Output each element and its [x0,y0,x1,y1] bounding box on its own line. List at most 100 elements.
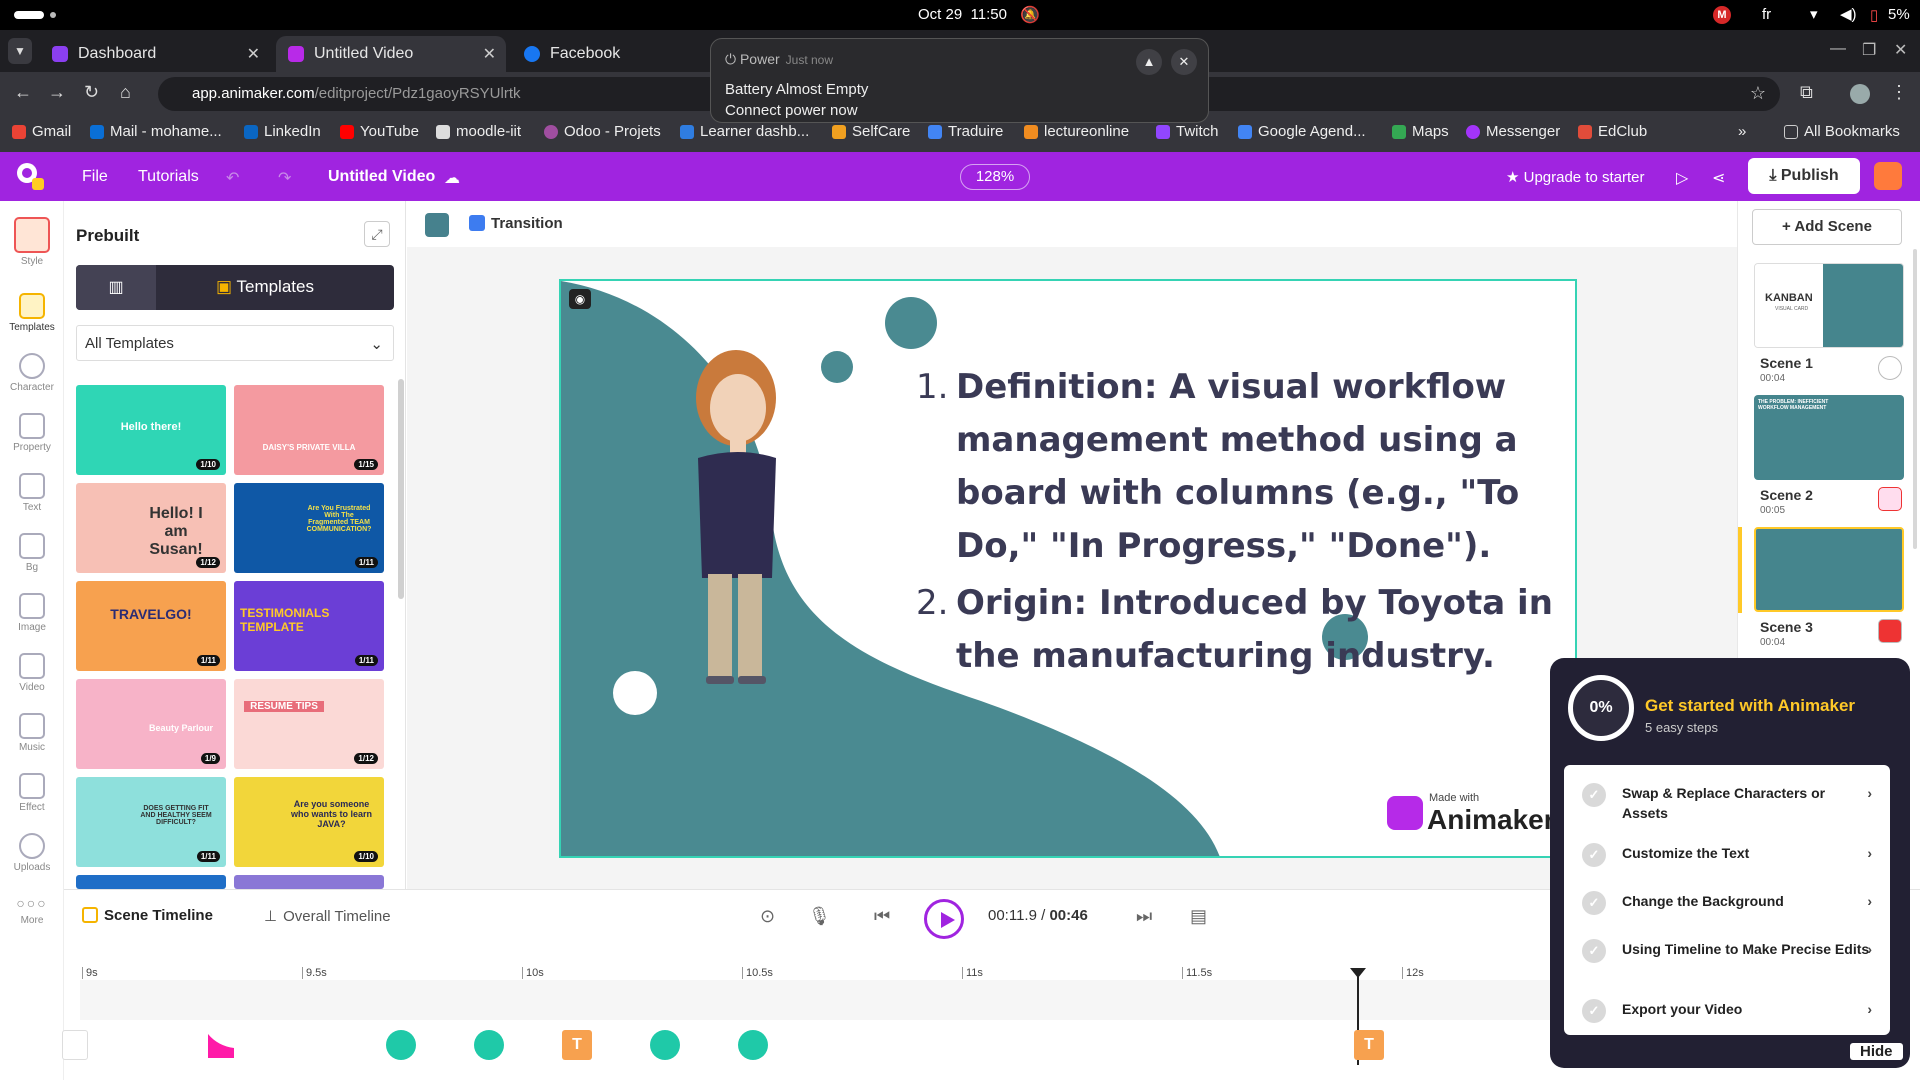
all-bookmarks-button[interactable]: All Bookmarks [1784,123,1900,140]
preview-play-icon[interactable]: ▷ [1676,168,1688,188]
browser-menu-icon[interactable]: ⋮ [1890,82,1908,103]
scene-canvas[interactable]: ◉ 1. Definition: A visual workflow manage… [559,279,1577,858]
battery-icon[interactable]: ▯ [1870,6,1878,24]
expand-panel-icon[interactable]: ⤢ [364,221,390,247]
file-menu[interactable]: File [82,168,108,186]
os-clock[interactable]: Oct 29 11:50 [918,6,1007,23]
minimize-icon[interactable]: — [1830,40,1846,58]
tab-search-button[interactable]: ▼ [8,38,32,64]
rail-templates[interactable]: Templates [0,293,64,333]
scene-thumb-1[interactable]: KANBAN VISUAL CARD [1754,263,1904,348]
microphone-icon[interactable]: 🎙 [808,906,831,927]
play-button[interactable] [924,899,964,939]
redo-icon[interactable]: ↷ [278,168,291,188]
rail-text[interactable]: Text [0,473,64,513]
keyboard-language[interactable]: fr [1762,6,1771,23]
bookmark-maps[interactable]: Maps [1392,123,1449,140]
template-card[interactable]: DOES GETTING FIT AND HEALTHY SEEM DIFFIC… [76,777,226,867]
bookmark-selfcare[interactable]: SelfCare [832,123,910,140]
wifi-icon[interactable]: ▾ [1810,5,1818,23]
add-scene-button[interactable]: + Add Scene [1752,209,1902,245]
close-tab-icon[interactable]: ✕ [247,44,260,64]
undo-icon[interactable]: ↶ [226,168,239,188]
template-card[interactable]: Are You Frustrated With The Fragmented T… [234,483,384,573]
overall-timeline-tab[interactable]: ⊥ Overall Timeline [264,907,391,925]
extensions-icon[interactable]: ⧉ [1800,82,1813,103]
camera-icon[interactable]: ◉ [569,289,591,309]
home-icon[interactable]: ⌂ [120,82,131,103]
template-card[interactable] [76,875,226,889]
rail-effect[interactable]: Effect [0,773,64,813]
scene-thumb-2[interactable]: THE PROBLEM: INEFFICIENT WORKFLOW MANAGE… [1754,395,1904,480]
template-card[interactable]: DAISY'S PRIVATE VILLA 1/15 [234,385,384,475]
workspace-dot[interactable] [50,12,56,18]
bookmark-gmail[interactable]: Gmail [12,123,71,140]
background-color-swatch[interactable] [425,213,449,237]
reload-icon[interactable]: ↻ [84,82,99,103]
back-icon[interactable]: ← [14,82,32,103]
zoom-level[interactable]: 128% [960,164,1030,190]
bookmark-linkedin[interactable]: LinkedIn [244,123,321,140]
dismiss-notification-icon[interactable]: ✕ [1171,49,1197,75]
bookmark-learner[interactable]: Learner dashb... [680,123,809,140]
template-card[interactable]: Hello there! 1/10 [76,385,226,475]
bookmark-moodle[interactable]: moodle-iit [436,123,521,140]
onboarding-step[interactable]: ✓ Swap & Replace Characters or Assets › [1582,783,1872,823]
rail-bg[interactable]: Bg [0,533,64,573]
onboarding-step[interactable]: ✓ Export your Video › [1582,999,1872,1023]
scene-transition-icon[interactable] [1878,356,1902,380]
tutorials-menu[interactable]: Tutorials [138,168,199,186]
close-tab-icon[interactable]: ✕ [483,44,496,64]
bookmark-traduire[interactable]: Traduire [928,123,1003,140]
template-card[interactable]: Are you someone who wants to learn JAVA?… [234,777,384,867]
template-card[interactable]: Beauty Parlour 1/9 [76,679,226,769]
share-icon[interactable]: ⋖ [1712,168,1725,188]
timeline-circle-item[interactable] [738,1030,768,1060]
publish-button[interactable]: ⤓ Publish [1748,158,1860,194]
bookmark-messenger[interactable]: Messenger [1466,123,1560,140]
skip-forward-icon[interactable]: ⏭ [1136,906,1152,927]
bookmark-edclub[interactable]: EdClub [1578,123,1647,140]
timeline-text-item[interactable]: T [1354,1030,1384,1060]
bookmark-google-agenda[interactable]: Google Agend... [1238,123,1366,140]
forward-icon[interactable]: → [48,82,66,103]
scene-character-icon[interactable] [1878,487,1902,511]
restore-icon[interactable]: ❐ [1862,40,1876,60]
workspace-indicator[interactable] [14,11,44,19]
bookmark-star-icon[interactable]: ☆ [1750,83,1766,104]
battery-notification[interactable]: ⏻ Power Just now Battery Almost Empty Con… [710,38,1209,123]
rail-image[interactable]: Image [0,593,64,633]
tab-untitled-video[interactable]: Untitled Video ✕ [276,36,506,72]
recording-indicator-icon[interactable]: M [1713,6,1731,24]
bookmark-odoo[interactable]: Odoo - Projets [544,123,661,140]
transition-button[interactable]: Transition [469,215,563,232]
hide-onboarding-button[interactable]: Hide [1850,1043,1903,1060]
close-window-icon[interactable]: ✕ [1894,40,1907,60]
slide-text-block[interactable]: 1. Definition: A visual workflow manageme… [916,361,1556,683]
scene-list-scrollbar[interactable] [1913,249,1917,549]
onboarding-step[interactable]: ✓ Change the Background › [1582,891,1872,915]
template-card[interactable] [234,875,384,889]
timeline-character-item[interactable] [62,1030,88,1060]
template-card[interactable]: TRAVELGO! 1/11 [76,581,226,671]
scene-thumb-3[interactable] [1754,527,1904,612]
bookmark-lectureonline[interactable]: lectureonline [1024,123,1129,140]
scene-timeline-tab[interactable]: Scene Timeline [82,907,213,924]
rail-uploads[interactable]: Uploads [0,833,64,873]
more-bookmarks-button[interactable]: » [1738,123,1746,140]
template-card[interactable]: TESTIMONIALS TEMPLATE 1/11 [234,581,384,671]
template-card[interactable]: RESUME TIPS 1/12 [234,679,384,769]
upgrade-link[interactable]: ★ Upgrade to starter [1506,168,1645,186]
animaker-logo-icon[interactable] [14,160,48,194]
skip-back-icon[interactable]: ⏮ [874,906,890,927]
template-category-select[interactable]: All Templates ⌄ [76,325,394,361]
template-card[interactable]: Hello! I am Susan! 1/12 [76,483,226,573]
rail-video[interactable]: Video [0,653,64,693]
onboarding-step[interactable]: ✓ Customize the Text › [1582,843,1872,867]
rail-style[interactable]: Style [0,217,64,267]
onboarding-step[interactable]: ✓ Using Timeline to Make Precise Edits › [1582,939,1872,963]
bookmark-twitch[interactable]: Twitch [1156,123,1219,140]
rail-more[interactable]: ○○○ More [0,895,64,926]
volume-icon[interactable]: ◀) [1840,5,1857,23]
timeline-shape-item[interactable] [206,1030,236,1060]
